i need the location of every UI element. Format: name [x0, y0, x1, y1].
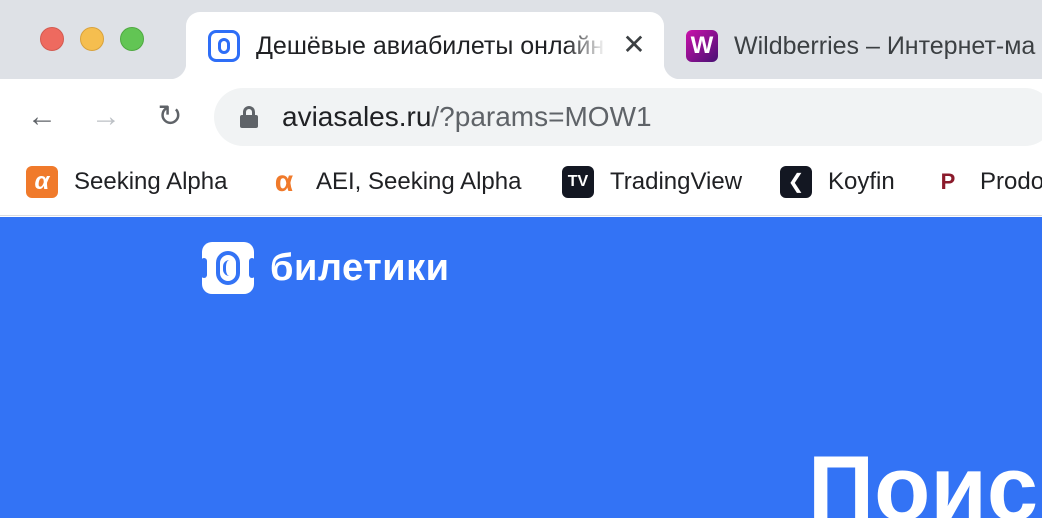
logo-text[interactable]: билетики [270, 247, 449, 290]
window-maximize-button[interactable] [120, 27, 144, 51]
wildberries-favicon-icon: W [686, 30, 718, 62]
bookmark-label: Prodo [980, 168, 1042, 195]
bookmark-label: TradingView [610, 168, 743, 195]
seeking-alpha-icon: α [268, 166, 300, 198]
aviasales-logo-icon[interactable] [201, 242, 255, 294]
forward-arrow-icon[interactable]: → [88, 99, 124, 135]
tab-strip: Дешёвые авиабилеты онлайн ✕ W Wildberrie… [0, 0, 1042, 79]
url-text[interactable]: aviasales.ru/?params=MOW1 [282, 101, 652, 133]
bookmark-seeking-alpha[interactable]: α Seeking Alpha [26, 165, 227, 199]
tab-close-icon[interactable]: ✕ [620, 30, 648, 60]
koyfin-icon: ❮ [780, 166, 812, 198]
bookmark-label: AEI, Seeking Alpha [316, 168, 522, 195]
tradingview-icon: TV [562, 166, 594, 198]
bookmark-koyfin[interactable]: ❮ Koyfin [780, 165, 895, 199]
bookmark-label: Seeking Alpha [74, 168, 228, 195]
reload-icon[interactable]: ↻ [152, 99, 188, 135]
browser-toolbar: ← → ↻ aviasales.ru/?params=MOW1 [0, 79, 1042, 153]
page-headline: Поис [808, 438, 1039, 518]
tab-title: Дешёвые авиабилеты онлайн [256, 32, 605, 60]
bookmark-tradingview[interactable]: TV TradingView [562, 165, 742, 199]
url-path: /?params=MOW1 [431, 101, 652, 132]
back-arrow-icon[interactable]: ← [24, 99, 60, 135]
tab-title-fade [566, 26, 606, 66]
tab-aviasales[interactable]: Дешёвые авиабилеты онлайн ✕ [170, 12, 680, 79]
tab-title: Wildberries – Интернет-ма [734, 32, 1036, 60]
tab-wildberries[interactable]: W Wildberries – Интернет-ма [686, 12, 1042, 79]
bookmark-prodo[interactable]: P Prodo [932, 165, 1042, 199]
address-bar[interactable]: aviasales.ru/?params=MOW1 [214, 88, 1042, 146]
page-content: билетики Поис [0, 217, 1042, 518]
bookmark-aei-seeking-alpha[interactable]: α AEI, Seeking Alpha [268, 165, 521, 199]
bookmarks-bar: α Seeking Alpha α AEI, Seeking Alpha TV … [0, 153, 1042, 216]
window-minimize-button[interactable] [80, 27, 104, 51]
aviasales-favicon-icon [208, 30, 240, 62]
seeking-alpha-icon: α [26, 166, 58, 198]
lock-icon[interactable] [240, 106, 258, 128]
window-close-button[interactable] [40, 27, 64, 51]
prodo-icon: P [932, 166, 964, 198]
url-host: aviasales.ru [282, 101, 432, 132]
bookmark-label: Koyfin [828, 168, 895, 195]
